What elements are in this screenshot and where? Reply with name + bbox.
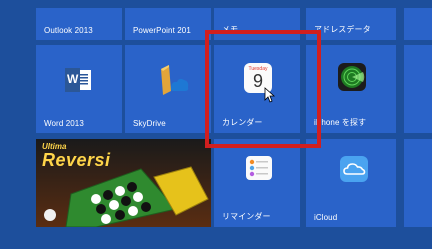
reversi-title: Reversi xyxy=(42,150,111,170)
tile-label: アドレスデータ xyxy=(314,25,371,34)
tile-icloud[interactable]: iCloud xyxy=(306,139,396,227)
word-icon-letter: W xyxy=(67,72,79,86)
tile-find-iphone[interactable]: iPhone を探す xyxy=(306,45,396,133)
tile-powerpoint-2013[interactable]: PowerPoint 201 xyxy=(125,8,211,40)
tile-label: iCloud xyxy=(314,213,338,222)
skydrive-folder-icon xyxy=(155,65,189,95)
word-icon: W xyxy=(65,68,93,92)
mouse-cursor-icon xyxy=(264,87,276,103)
tile-label: Outlook 2013 xyxy=(44,26,93,35)
start-screen: Outlook 2013 PowerPoint 201 メモ アドレスデータ W… xyxy=(0,0,432,249)
tile-label: iPhone を探す xyxy=(314,118,367,127)
tile-address-data[interactable]: アドレスデータ xyxy=(306,8,396,40)
tile-ultima-reversi[interactable]: Ultima Reversi xyxy=(36,139,211,227)
tile-memo[interactable]: メモ xyxy=(214,8,300,40)
tile-partial-right-top[interactable] xyxy=(404,8,432,40)
tile-label: メモ xyxy=(222,25,239,34)
icloud-icon xyxy=(340,156,368,182)
tile-label: カレンダー xyxy=(222,118,263,127)
tile-skydrive[interactable]: SkyDrive xyxy=(125,45,211,133)
tile-partial-right-middle[interactable] xyxy=(404,45,432,133)
radar-icon xyxy=(338,63,366,91)
reminders-icon xyxy=(246,156,272,180)
tile-label: Word 2013 xyxy=(44,119,84,128)
tile-partial-right-bottom[interactable] xyxy=(404,139,432,227)
tile-reminders[interactable]: リマインダー xyxy=(214,139,300,227)
tile-label: リマインダー xyxy=(222,212,271,221)
tile-label: PowerPoint 201 xyxy=(133,26,191,35)
tile-label: SkyDrive xyxy=(133,119,166,128)
tile-word-2013[interactable]: W Word 2013 xyxy=(36,45,122,133)
tile-outlook-2013[interactable]: Outlook 2013 xyxy=(36,8,122,40)
tile-calendar[interactable]: Tuesday 9 カレンダー xyxy=(214,45,300,133)
